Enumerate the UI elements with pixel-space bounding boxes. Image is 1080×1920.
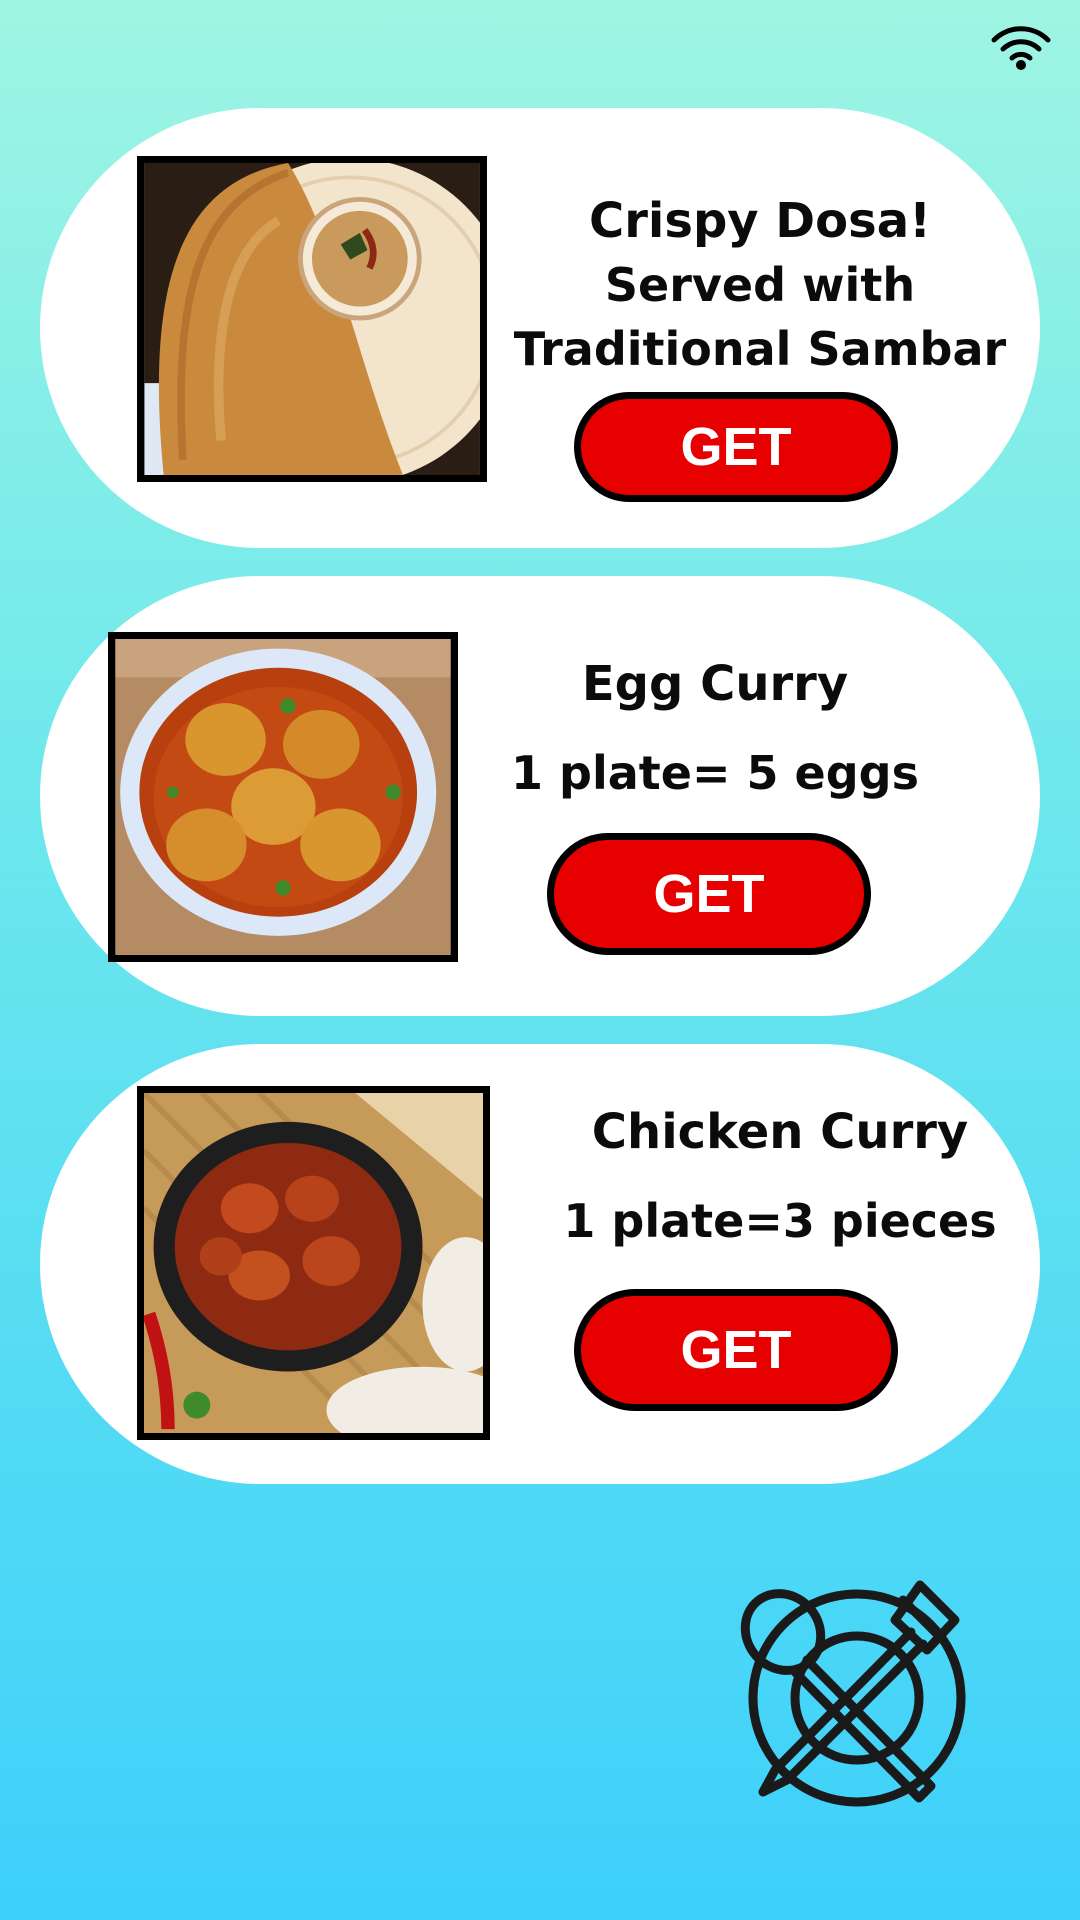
get-chicken-curry-button[interactable]: GET <box>574 1289 898 1411</box>
get-dosa-button[interactable]: GET <box>574 392 898 502</box>
chicken-curry-photo <box>137 1086 490 1440</box>
egg-curry-photo <box>108 632 458 962</box>
item-title: Crispy Dosa! <box>589 193 931 249</box>
wifi-icon <box>991 26 1051 70</box>
plate-spoon-fork-icon <box>740 1580 966 1807</box>
item-description: Served with <box>604 258 916 312</box>
item-description: Traditional Sambar <box>513 322 1007 376</box>
menu-card-dosa: Crispy Dosa! Served with Traditional Sam… <box>40 108 1040 548</box>
item-title: Egg Curry <box>581 656 849 712</box>
item-description: 1 plate=3 pieces <box>563 1194 997 1248</box>
item-title: Chicken Curry <box>591 1104 969 1160</box>
menu-card-egg-curry: Egg Curry 1 plate= 5 eggs GET <box>40 576 1040 1016</box>
menu-card-chicken-curry: Chicken Curry 1 plate=3 pieces GET <box>40 1044 1040 1484</box>
item-description: 1 plate= 5 eggs <box>511 746 919 800</box>
get-egg-curry-button[interactable]: GET <box>547 833 871 955</box>
dosa-photo <box>137 156 487 482</box>
